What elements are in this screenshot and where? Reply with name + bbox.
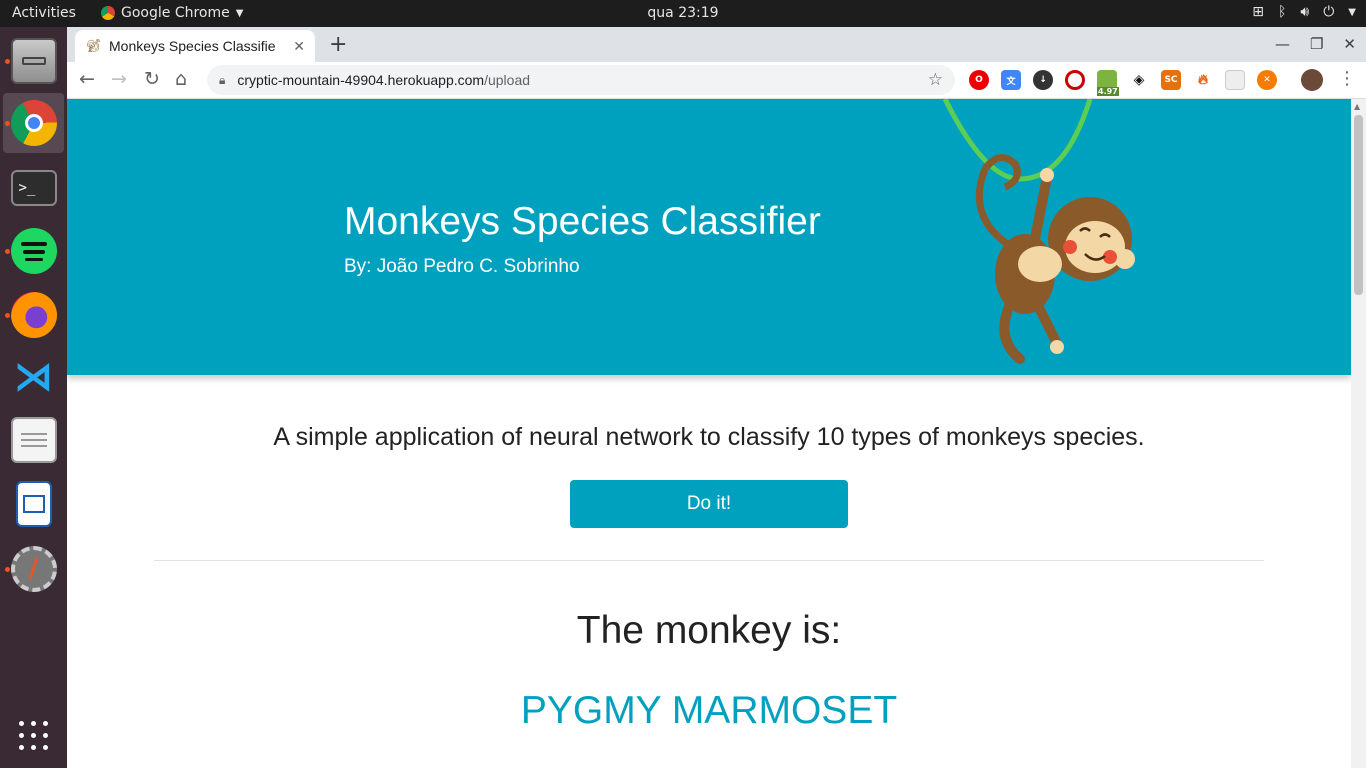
chevron-down-icon: ▼	[1348, 6, 1356, 18]
browser-toolbar: ← → ↻ ⌂ 🔒︎ cryptic-mountain-49904.heroku…	[67, 62, 1366, 99]
dock-google-chrome[interactable]	[3, 93, 64, 153]
hero-banner: Monkeys Species Classifier By: João Pedr…	[67, 99, 1351, 375]
result-label: The monkey is:	[576, 609, 842, 652]
power-icon: ⏻	[1323, 4, 1335, 20]
profile-avatar[interactable]	[1301, 69, 1323, 91]
dock-firefox[interactable]	[3, 285, 64, 345]
chrome-small-icon	[101, 6, 115, 20]
monkey-illustration-icon	[942, 99, 1135, 364]
back-icon[interactable]: ←	[79, 68, 95, 90]
extensions-bar: O 文 ↓ 4.97 ◈ SC 🔥︎ ✕	[969, 70, 1277, 96]
tab-strip: 🐒︎ Monkeys Species Classifie ✕ + — ❐ ✕	[67, 27, 1366, 62]
url-path: /upload	[484, 72, 531, 88]
android-extension-icon[interactable]: 4.97	[1097, 70, 1119, 96]
dock-text-editor[interactable]	[3, 410, 64, 470]
blank-extension-icon[interactable]	[1225, 70, 1245, 90]
vscode-icon: ⋊	[13, 354, 54, 400]
running-indicator	[5, 121, 10, 126]
volume-icon: 🔊︎	[1300, 4, 1310, 20]
forward-icon[interactable]: →	[111, 68, 127, 90]
app-menu-label: Google Chrome	[121, 5, 230, 21]
dock: >_ ⋊ /	[0, 27, 67, 768]
running-indicator	[5, 313, 10, 318]
extension-badge: 4.97	[1097, 87, 1119, 96]
app-menu[interactable]: Google Chrome ▼	[101, 5, 243, 21]
orange-extension-icon[interactable]: ✕	[1257, 70, 1277, 90]
page-scrollbar[interactable]: ▲	[1351, 99, 1366, 768]
monkey-favicon-icon: 🐒︎	[85, 38, 102, 53]
home-icon[interactable]: ⌂	[175, 68, 187, 90]
chrome-window: 🐒︎ Monkeys Species Classifie ✕ + — ❐ ✕ ←…	[67, 27, 1366, 768]
opera-extension-icon[interactable]: O	[969, 70, 989, 90]
dock-system-tools[interactable]: /	[3, 539, 64, 599]
author-line: By: João Pedro C. Sobrinho	[344, 256, 580, 277]
reload-icon[interactable]: ↻	[144, 68, 160, 90]
chevron-down-icon: ▼	[235, 7, 244, 19]
network-icon: ⊞	[1252, 4, 1264, 20]
clock[interactable]: qua 23:19	[647, 5, 718, 21]
result-value: PYGMY MARMOSET	[520, 689, 898, 732]
translate-extension-icon[interactable]: 文	[1001, 70, 1021, 90]
scrollbar-thumb[interactable]	[1354, 115, 1363, 295]
diamond-extension-icon[interactable]: ◈	[1129, 70, 1149, 90]
url-host: cryptic-mountain-49904.herokuapp.com	[237, 72, 485, 88]
chrome-icon	[10, 100, 57, 146]
tab-title: Monkeys Species Classifie	[109, 38, 276, 54]
browser-tab[interactable]: 🐒︎ Monkeys Species Classifie ✕	[75, 30, 315, 62]
running-indicator	[5, 249, 10, 254]
spotify-icon	[10, 228, 57, 274]
lock-icon: 🔒︎	[219, 72, 226, 87]
terminal-icon: >_	[10, 170, 57, 206]
system-tray[interactable]: ⊞ ᛒ 🔊︎ ⏻ ▼	[1252, 4, 1356, 20]
dock-terminal[interactable]: >_	[3, 158, 64, 218]
minimize-icon[interactable]: —	[1275, 35, 1290, 53]
download-extension-icon[interactable]: ↓	[1033, 70, 1053, 90]
menu-kebab-icon[interactable]: ⋮	[1338, 68, 1356, 89]
do-it-button[interactable]: Do it!	[570, 480, 848, 528]
intro-text: A simple application of neural network t…	[273, 423, 1145, 451]
dock-files[interactable]	[3, 31, 64, 91]
file-cabinet-icon	[10, 38, 57, 84]
restore-icon[interactable]: ❐	[1310, 35, 1323, 53]
firefox-icon	[10, 292, 57, 338]
sc-extension-icon[interactable]: SC	[1161, 70, 1181, 90]
show-applications-button[interactable]	[3, 705, 64, 765]
scroll-up-icon[interactable]: ▲	[1354, 102, 1360, 111]
close-tab-icon[interactable]: ✕	[293, 38, 305, 55]
address-bar[interactable]: 🔒︎ cryptic-mountain-49904.herokuapp.com …	[207, 65, 955, 95]
divider	[154, 560, 1264, 561]
activities-button[interactable]: Activities	[12, 5, 76, 21]
page-viewport: Monkeys Species Classifier By: João Pedr…	[67, 99, 1351, 768]
running-indicator	[5, 59, 10, 64]
dock-spotify[interactable]	[3, 221, 64, 281]
running-indicator	[5, 567, 10, 572]
window-controls: — ❐ ✕	[1275, 35, 1356, 53]
system-top-bar: Activities Google Chrome ▼ qua 23:19 ⊞ ᛒ…	[0, 0, 1366, 27]
new-tab-button[interactable]: +	[329, 32, 347, 57]
wrench-icon: /	[10, 546, 57, 592]
page-title: Monkeys Species Classifier	[344, 200, 821, 243]
grid-icon	[18, 720, 49, 750]
bluetooth-icon: ᛒ	[1277, 4, 1287, 20]
dock-vscode[interactable]: ⋊	[3, 347, 64, 407]
writer-icon	[15, 481, 52, 527]
close-window-icon[interactable]: ✕	[1343, 35, 1356, 53]
notepad-icon	[10, 417, 57, 463]
bookmark-star-icon[interactable]: ☆	[928, 70, 943, 90]
dock-libreoffice-writer[interactable]	[3, 474, 64, 534]
fire-extension-icon[interactable]: 🔥︎	[1193, 70, 1213, 90]
block-extension-icon[interactable]	[1065, 70, 1085, 90]
